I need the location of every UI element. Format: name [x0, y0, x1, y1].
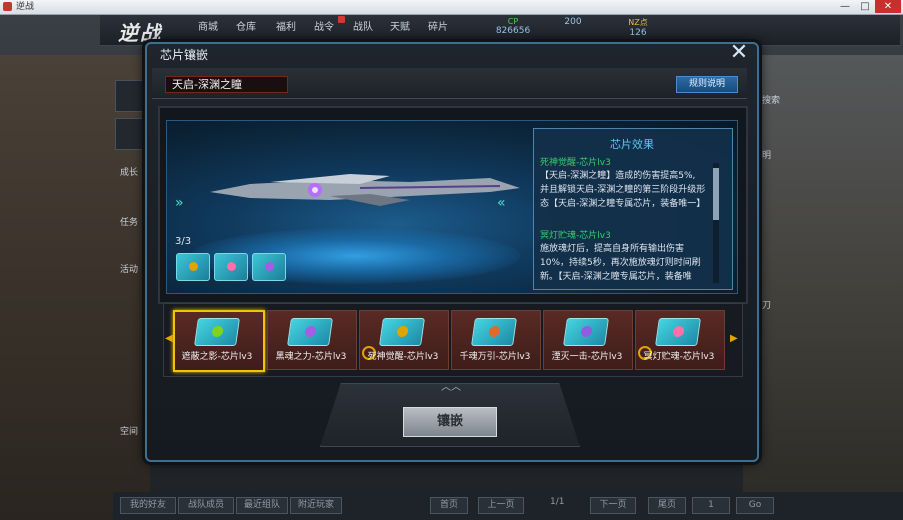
side-label-growth: 成长: [120, 168, 139, 178]
side-label-right-3: 刀: [762, 301, 772, 311]
currency-cp-value: 826656: [495, 26, 531, 36]
effect-name-1: 死神觉醒-芯片lv3: [540, 158, 611, 168]
pager-first[interactable]: 首页: [430, 497, 468, 514]
nav-storage[interactable]: 仓库: [236, 18, 256, 33]
window-title: 逆战: [16, 2, 35, 12]
currency-nz-value: 126: [629, 28, 647, 38]
tab-team-members[interactable]: 战队成员: [178, 497, 234, 514]
effect-desc-1: 【天启-深渊之瞳】造成的伤害提高5%, 并且解锁天启-深渊之瞳的第三阶段升级形 …: [540, 169, 710, 211]
side-button-1[interactable]: [115, 80, 149, 112]
equipped-chip-2[interactable]: [214, 253, 248, 281]
window-close-button[interactable]: ✕: [875, 0, 901, 13]
modal-title: 芯片镶嵌: [160, 48, 209, 62]
currency-nz-label: NZ点: [628, 18, 648, 27]
app-icon: [3, 2, 12, 11]
chip-gem-icon: [488, 326, 501, 337]
chip-gem-icon: [227, 262, 236, 271]
nav-badge: [338, 16, 345, 23]
nav-talent[interactable]: 天赋: [390, 18, 410, 33]
effect-name-2: 冥灯贮魂-芯片lv3: [540, 231, 611, 241]
chip-gem-icon: [211, 326, 224, 337]
chip-label-5: 湮灭一击-芯片lv3: [551, 352, 623, 362]
side-label-right-2: 明: [762, 151, 772, 161]
effect-desc-2: 施放魂灯后，提高自身所有输出伤害 10%，持续5秒，再次施放魂灯则时间刷 新。【…: [540, 242, 710, 284]
side-label-space: 空间: [120, 427, 139, 437]
chip-card-icon: [471, 318, 517, 346]
chip-gem-icon: [189, 262, 198, 271]
equipped-chip-3[interactable]: [252, 253, 286, 281]
chip-gem-icon: [265, 262, 274, 271]
chip-gem-icon: [580, 326, 593, 337]
maximize-button[interactable]: □: [855, 0, 875, 13]
effect-line: 施放魂灯后，提高自身所有输出伤害: [540, 244, 685, 254]
currency-gold: 200: [550, 17, 596, 41]
chip-label-6: 冥灯贮魂-芯片lv3: [643, 352, 715, 362]
chip-card-icon: [287, 318, 333, 346]
strip-prev-icon[interactable]: ◀: [165, 333, 173, 344]
pager-prev[interactable]: 上一页: [478, 497, 524, 514]
inlay-button[interactable]: 镶嵌: [403, 407, 497, 437]
modal-close-icon[interactable]: ✕: [728, 42, 750, 65]
currency-cp: CP 826656: [490, 17, 536, 41]
chip-gem-icon: [672, 326, 685, 337]
currency-cp-label: CP: [507, 17, 519, 26]
pager-status: 1/1: [550, 497, 565, 507]
tab-my-friends[interactable]: 我的好友: [120, 497, 176, 514]
effect-line: 10%，持续5秒，再次施放魂灯则时间刷: [540, 258, 701, 268]
nav-fragment[interactable]: 碎片: [428, 18, 448, 33]
effect-line: 态【天启-深渊之瞳专属芯片，装备唯一】: [540, 199, 706, 209]
pager-input[interactable]: 1: [692, 497, 730, 514]
effect-line: 并且解锁天启-深渊之瞳的第三阶段升级形: [540, 185, 706, 195]
strip-next-icon[interactable]: ▶: [730, 333, 738, 344]
effect-line: 【天启-深渊之瞳】造成的伤害提高5%,: [540, 171, 696, 181]
chip-gem-icon: [304, 326, 317, 337]
scene-right: [743, 55, 903, 520]
nav-team[interactable]: 战队: [353, 18, 373, 33]
chip-label-3: 死神觉醒-芯片lv3: [367, 352, 439, 362]
left-chevrons-icon: »: [175, 195, 183, 211]
currency-gold-value: 200: [564, 17, 582, 27]
pager-last[interactable]: 尾页: [648, 497, 686, 514]
nav-shop[interactable]: 商城: [198, 18, 218, 33]
nav-welfare[interactable]: 福利: [276, 18, 296, 33]
chip-gem-icon: [396, 326, 409, 337]
minimize-button[interactable]: —: [835, 0, 855, 13]
currency-nz: NZ点 126: [615, 17, 661, 41]
chevron-up-icon[interactable]: ︿︿: [441, 383, 461, 393]
chip-label-1: 遮蔽之影-芯片lv3: [181, 352, 253, 362]
chip-label-4: 千魂万引-芯片lv3: [459, 352, 531, 362]
side-button-2[interactable]: [115, 118, 149, 150]
side-label-search: 搜索: [762, 96, 781, 106]
side-label-activity: 活动: [120, 265, 139, 275]
chip-card-icon: [563, 318, 609, 346]
chip-card-icon: [379, 318, 425, 346]
effect-scrollbar-thumb[interactable]: [713, 168, 719, 220]
side-label-task: 任务: [120, 218, 139, 228]
tab-nearby[interactable]: 附近玩家: [290, 497, 342, 514]
pager-go[interactable]: Go: [736, 497, 774, 514]
weapon-model-icon: [210, 174, 520, 206]
rules-button[interactable]: 规则说明: [676, 76, 738, 93]
effect-title: 芯片效果: [610, 138, 654, 151]
nav-battlepass[interactable]: 战令: [314, 18, 334, 33]
effect-line: 新。【天启-深渊之瞳专属芯片，装备唯: [540, 272, 692, 282]
pager-next[interactable]: 下一页: [590, 497, 636, 514]
slot-counter: 3/3: [175, 236, 192, 247]
tab-recent[interactable]: 最近组队: [236, 497, 288, 514]
weapon-name: 天启-深渊之瞳: [165, 76, 288, 93]
equipped-chip-1[interactable]: [176, 253, 210, 281]
chip-card-icon: [194, 318, 240, 346]
chip-card-icon: [655, 318, 701, 346]
window-titlebar: 逆战 — □ ✕: [0, 0, 903, 15]
chip-label-2: 黑魂之力-芯片lv3: [275, 352, 347, 362]
